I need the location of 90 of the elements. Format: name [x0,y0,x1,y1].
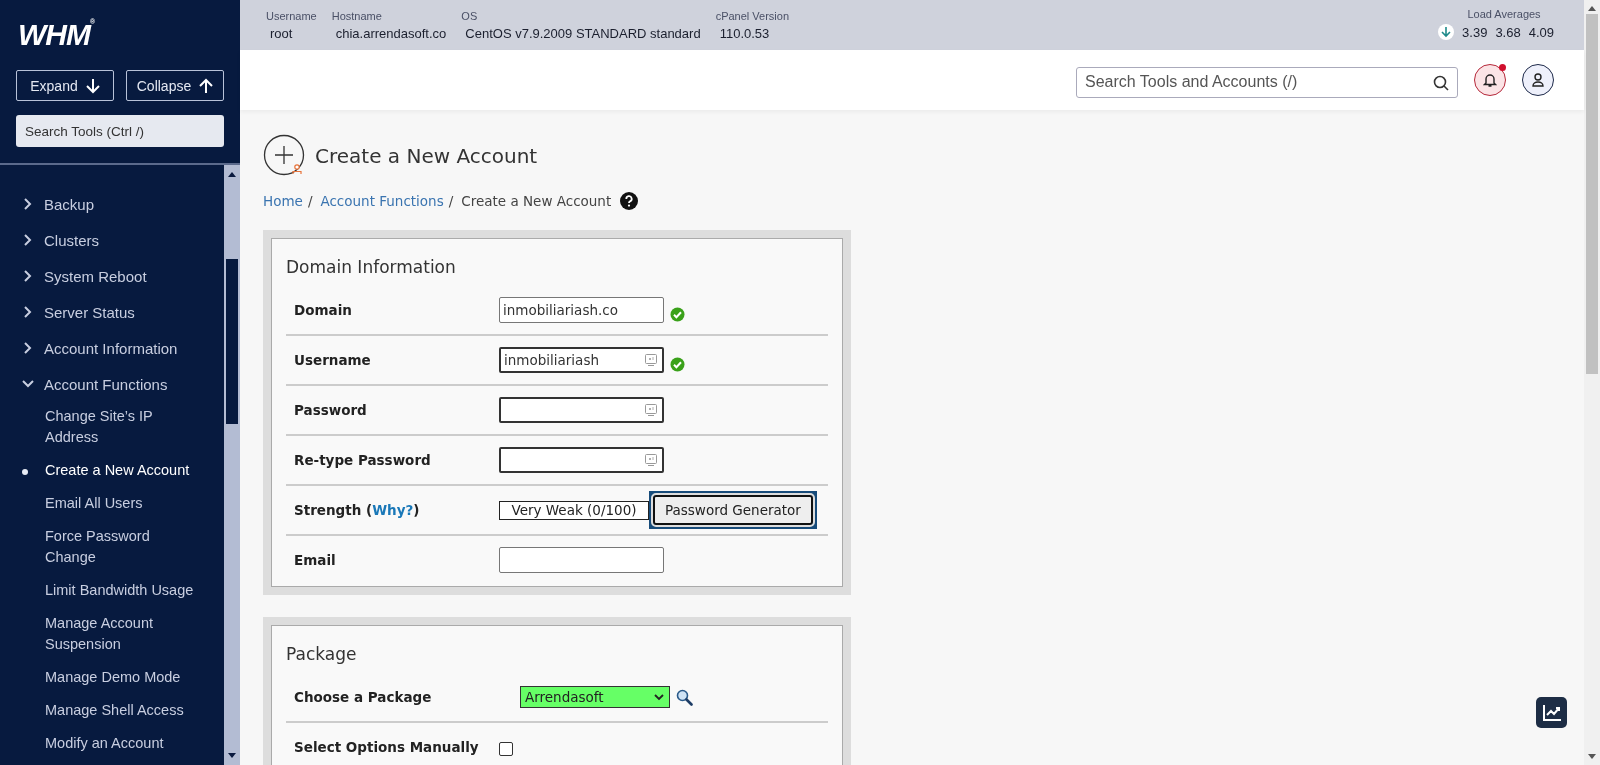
chevron-right-icon [22,270,34,282]
sidebar-link[interactable]: Limit Bandwidth Usage [0,576,224,609]
stat-value: 110.0.53 [718,26,771,41]
breadcrumb-link[interactable]: Home [263,193,303,209]
password-field[interactable]: inmobiliariash [499,347,664,373]
sidebar-link[interactable]: Manage Shell Access [0,696,224,729]
chevron-down-icon [22,380,34,388]
collapse-button[interactable]: Collapse [126,70,224,101]
stat-value: chia.arrendasoft.co [334,26,447,41]
arrow-down-icon [85,77,100,94]
section-title: Package [286,643,358,666]
field-label: Choose a Package [294,689,433,705]
breadcrumb-separator: / [448,193,454,209]
chevron-right-icon [22,234,34,246]
keyboard-icon [645,454,657,466]
field-label: Domain [294,302,353,318]
sidebar-link[interactable]: Change Site’s IP Address [0,402,224,456]
help-icon[interactable] [620,192,639,210]
password-field[interactable] [499,447,664,473]
breadcrumb-current: Create a New Account [461,193,612,209]
section-title: Domain Information [286,256,457,279]
stat-label: Hostname [331,10,383,22]
password-field[interactable] [499,397,664,423]
keyboard-icon [645,354,657,366]
field-label: Password [294,402,368,418]
sidebar-scrollbar[interactable] [224,165,240,765]
field-label: Strength (Why?) [294,502,421,518]
stat-value: CentOS v7.9.2009 STANDARD standard [464,26,701,41]
checkbox[interactable] [499,742,513,756]
notifications-button[interactable] [1474,64,1506,96]
chevron-right-icon [22,198,34,210]
caret-icon [654,693,664,701]
scroll-down-icon[interactable] [228,753,236,759]
sidebar-link[interactable]: Email All Users [0,489,224,522]
password-generator-button[interactable]: Password Generator [653,495,813,525]
load-average-value: 4.09 [1528,24,1554,40]
stat-label: OS [461,10,479,22]
stat-label: Username [266,10,317,22]
search-field[interactable]: Search Tools and Accounts (/) [1076,66,1458,98]
load-average-value: 3.68 [1495,24,1521,40]
stat-label: cPanel Version [715,10,790,22]
field-label: Select Options Manually [294,739,480,755]
sidebar-link[interactable]: Create a New Account [0,456,224,489]
scrollbar-thumb[interactable] [226,259,238,424]
user-button[interactable] [1522,64,1554,96]
field-label: Re-type Password [294,452,432,468]
sidebar-link[interactable]: Manage Demo Mode [0,663,224,696]
text-field[interactable] [499,547,664,573]
line-chart-icon [1541,703,1562,722]
arrow-down-icon [1438,24,1455,40]
scrollbar-thumb[interactable] [1586,14,1598,374]
package-select[interactable]: Arrendasoft [520,686,670,708]
user-icon [1531,72,1545,88]
sidebar-link[interactable]: Force Password Change [0,522,224,576]
sidebar-category[interactable]: System Reboot [0,258,224,294]
breadcrumb-separator: / [307,193,313,209]
add-account-icon [263,134,307,178]
sidebar-category[interactable]: Account Information [0,330,224,366]
stat-value: root [269,26,294,41]
sidebar-category[interactable]: Server Status [0,294,224,330]
search-icon [1433,74,1449,91]
sidebar-category[interactable]: Clusters [0,222,224,258]
bell-icon [1483,72,1497,88]
chevron-right-icon [22,306,34,318]
text-field[interactable]: inmobiliariash.co [499,297,664,323]
field-label: Email [294,552,337,568]
strength-meter: Very Weak (0/100) [499,500,649,520]
page-title: Create a New Account [315,144,538,168]
scroll-up-icon[interactable] [1588,5,1596,11]
sidebar-category[interactable]: Backup [0,186,224,222]
scroll-down-icon[interactable] [1588,754,1596,760]
breadcrumb-link[interactable]: Account Functions [320,193,444,209]
search-tools-field[interactable]: Search Tools (Ctrl /) [16,115,224,147]
sidebar-link[interactable]: Modify an Account [0,729,224,762]
expand-button[interactable]: Expand [16,70,114,101]
chevron-right-icon [22,342,34,354]
why-link[interactable]: Why? [372,502,414,518]
arrow-up-icon [199,77,214,94]
page-scrollbar[interactable] [1584,0,1600,765]
chart-button[interactable] [1536,697,1567,728]
load-average-value: 3.39 [1462,24,1488,40]
bullet-icon [22,469,28,475]
magnifier-icon[interactable] [676,688,693,706]
keyboard-icon [645,404,657,416]
load-averages-label: Load Averages [1467,8,1541,20]
sidebar-link[interactable]: Manage Account Suspension [0,609,224,663]
field-label: Username [294,352,372,368]
sidebar-category[interactable]: Account Functions [0,366,224,402]
whm-logo: WHM$^{®}$ [18,18,95,53]
scroll-up-icon[interactable] [228,171,236,177]
